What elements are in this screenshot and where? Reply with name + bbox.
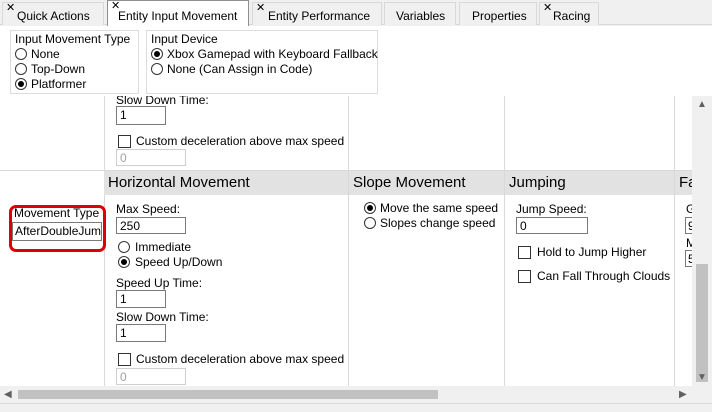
tab-label: Properties [472,9,527,23]
radio-label: Move the same speed [380,201,499,215]
radio-none[interactable] [15,48,27,60]
tab-label: Variables [396,9,446,23]
radio-label: Slopes change speed [380,216,496,230]
group-title: Input Movement Type [15,32,131,46]
movement-values-grid: Slow Down Time: 1 Custom deceleration ab… [0,96,692,386]
tab-racing[interactable]: ✕ Racing [539,2,599,25]
falling-header: Fa [675,171,692,195]
radio-label: Speed Up/Down [135,255,223,269]
radio-speed-up-down[interactable] [118,256,130,268]
scroll-down-icon[interactable]: ▼ [697,372,707,383]
tab-label: Racing [553,9,591,23]
bottom-bar [0,403,712,412]
radio-move-same-speed[interactable] [364,202,376,214]
horizontal-movement-header: Horizontal Movement [104,171,348,195]
radio-label: Platformer [31,77,87,91]
checkbox-label: Can Fall Through Clouds [537,269,671,283]
slow-down-time-input[interactable]: 1 [116,324,166,342]
column-divider [348,96,349,386]
radio-label: Xbox Gamepad with Keyboard Fallback [167,47,378,61]
movement-type-input[interactable]: AfterDoubleJum [12,222,102,241]
custom-deceleration-checkbox[interactable] [118,353,131,366]
radio-platformer[interactable] [15,78,27,90]
speed-up-time-label: Speed Up Time: [116,276,203,290]
tab-label: Entity Input Movement [118,9,238,23]
falling-input[interactable]: 9 [685,217,692,234]
tab-quick-actions[interactable]: ✕ Quick Actions [2,2,104,25]
radio-none-device[interactable] [151,63,163,75]
radio-label: None [31,47,60,61]
radio-slopes-change-speed[interactable] [364,217,376,229]
jumping-header: Jumping [505,171,674,195]
scroll-up-icon[interactable]: ▲ [697,99,707,110]
custom-deceleration-input: 0 [116,149,186,166]
tab-label: Entity Performance [268,9,371,23]
tab-properties[interactable]: Properties [459,2,537,25]
movement-settings-panel: Input Movement Type None Top-Down Platfo… [0,26,712,96]
speed-up-time-input[interactable]: 1 [116,290,166,308]
column-divider [674,96,675,386]
tab-label: Quick Actions [17,9,90,23]
radio-label: None (Can Assign in Code) [167,62,313,76]
vertical-scrollbar[interactable]: ▲ ▼ [692,96,712,386]
slope-movement-header: Slope Movement [349,171,504,195]
falling-input[interactable]: 5 [685,250,692,267]
close-icon[interactable]: ✕ [6,0,15,18]
hold-to-jump-higher-checkbox[interactable] [518,246,531,259]
radio-xbox-gamepad[interactable] [151,48,163,60]
column-divider [504,96,505,386]
input-movement-type-group: Input Movement Type None Top-Down Platfo… [10,30,139,94]
close-icon[interactable]: ✕ [543,0,552,18]
tab-strip: ✕ Quick Actions ✕ Entity Input Movement … [0,0,712,26]
max-speed-input[interactable]: 250 [116,217,186,234]
checkbox-label: Custom deceleration above max speed [136,134,345,148]
custom-deceleration-checkbox[interactable] [118,135,131,148]
jump-speed-input[interactable]: 0 [516,217,588,234]
radio-label: Immediate [135,240,192,254]
scroll-right-icon[interactable]: ▶ [679,389,687,400]
slow-down-time-label: Slow Down Time: [116,310,209,324]
movement-type-label: Movement Type [14,206,100,220]
custom-deceleration-input: 0 [116,368,186,385]
jump-speed-label: Jump Speed: [516,202,587,216]
tab-entity-input-movement[interactable]: ✕ Entity Input Movement [107,0,249,26]
can-fall-through-clouds-checkbox[interactable] [518,270,531,283]
radio-label: Top-Down [31,62,86,76]
radio-top-down[interactable] [15,63,27,75]
close-icon[interactable]: ✕ [256,0,265,18]
radio-immediate[interactable] [118,241,130,253]
checkbox-label: Custom deceleration above max speed [136,352,345,366]
tab-variables[interactable]: Variables [384,2,456,25]
tab-entity-performance[interactable]: ✕ Entity Performance [252,2,382,25]
slow-down-time-input[interactable]: 1 [116,106,166,125]
scroll-thumb[interactable] [696,264,708,382]
input-device-group: Input Device Xbox Gamepad with Keyboard … [146,30,378,94]
max-speed-label: Max Speed: [116,202,181,216]
horizontal-scrollbar[interactable]: ◀ ▶ [0,386,692,403]
scrollbar-corner [692,386,712,403]
scroll-thumb[interactable] [18,390,438,399]
scroll-left-icon[interactable]: ◀ [4,389,12,400]
checkbox-label: Hold to Jump Higher [537,245,647,259]
group-title: Input Device [151,32,218,46]
